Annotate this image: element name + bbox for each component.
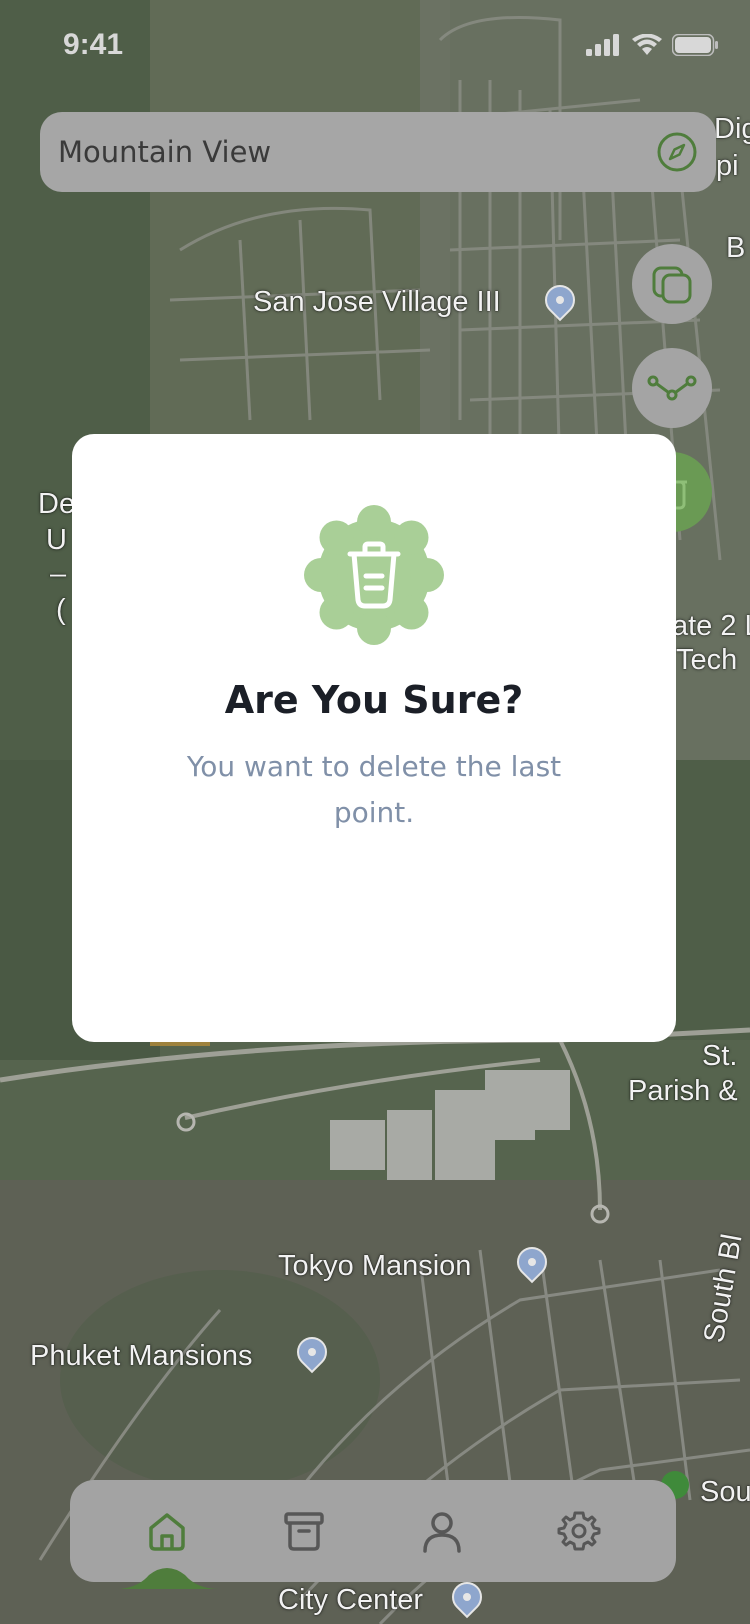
- map-label: City Center: [278, 1584, 424, 1616]
- map-label: –: [50, 558, 67, 590]
- nav-home[interactable]: [114, 1501, 219, 1589]
- nav-profile[interactable]: [412, 1501, 472, 1561]
- map-label: pi: [716, 150, 739, 182]
- map-label: St.: [702, 1040, 738, 1072]
- map-label: Tokyo Mansion: [278, 1250, 472, 1282]
- bottom-nav: [70, 1480, 676, 1589]
- dialog-title: Are You Sure?: [224, 678, 524, 722]
- archive-icon: [284, 1512, 324, 1551]
- trash-icon: [304, 505, 444, 645]
- map-label: B: [726, 232, 746, 264]
- layers-button[interactable]: [632, 244, 712, 324]
- active-indicator: [114, 1568, 219, 1589]
- map-label: ate 2 L: [672, 610, 750, 642]
- compass-icon[interactable]: [656, 131, 698, 173]
- nav-archive[interactable]: [274, 1501, 334, 1561]
- status-bar: 9:41: [0, 0, 750, 92]
- map-label: Sou: [700, 1476, 750, 1508]
- settings-icon: [557, 1511, 601, 1551]
- map-label: (: [56, 594, 66, 626]
- dialog-message: You want to delete the last point.: [186, 750, 562, 829]
- status-time: 9:41: [63, 28, 124, 61]
- layers-icon: [652, 266, 692, 304]
- map-label: Parish &: [628, 1075, 738, 1107]
- wifi-icon: [632, 34, 662, 55]
- map-label: San Jose Village III: [253, 286, 501, 318]
- signal-icon: [586, 34, 619, 56]
- map-label: De: [38, 488, 76, 520]
- map-label: Dig: [714, 113, 750, 145]
- nav-settings[interactable]: [549, 1501, 609, 1561]
- battery-icon: [672, 34, 718, 56]
- profile-icon: [423, 1512, 461, 1553]
- confirm-dialog: Are You Sure? You want to delete the las…: [72, 434, 676, 1042]
- search-bar[interactable]: Mountain View: [40, 112, 716, 192]
- map-label: Phuket Mansions: [30, 1340, 253, 1372]
- home-icon: [149, 1513, 185, 1551]
- status-icons: [586, 34, 718, 56]
- route-button[interactable]: [632, 348, 712, 428]
- map-label: U: [46, 524, 67, 556]
- map-label: Tech: [676, 644, 738, 676]
- search-input[interactable]: Mountain View: [58, 135, 271, 169]
- route-icon: [647, 375, 697, 401]
